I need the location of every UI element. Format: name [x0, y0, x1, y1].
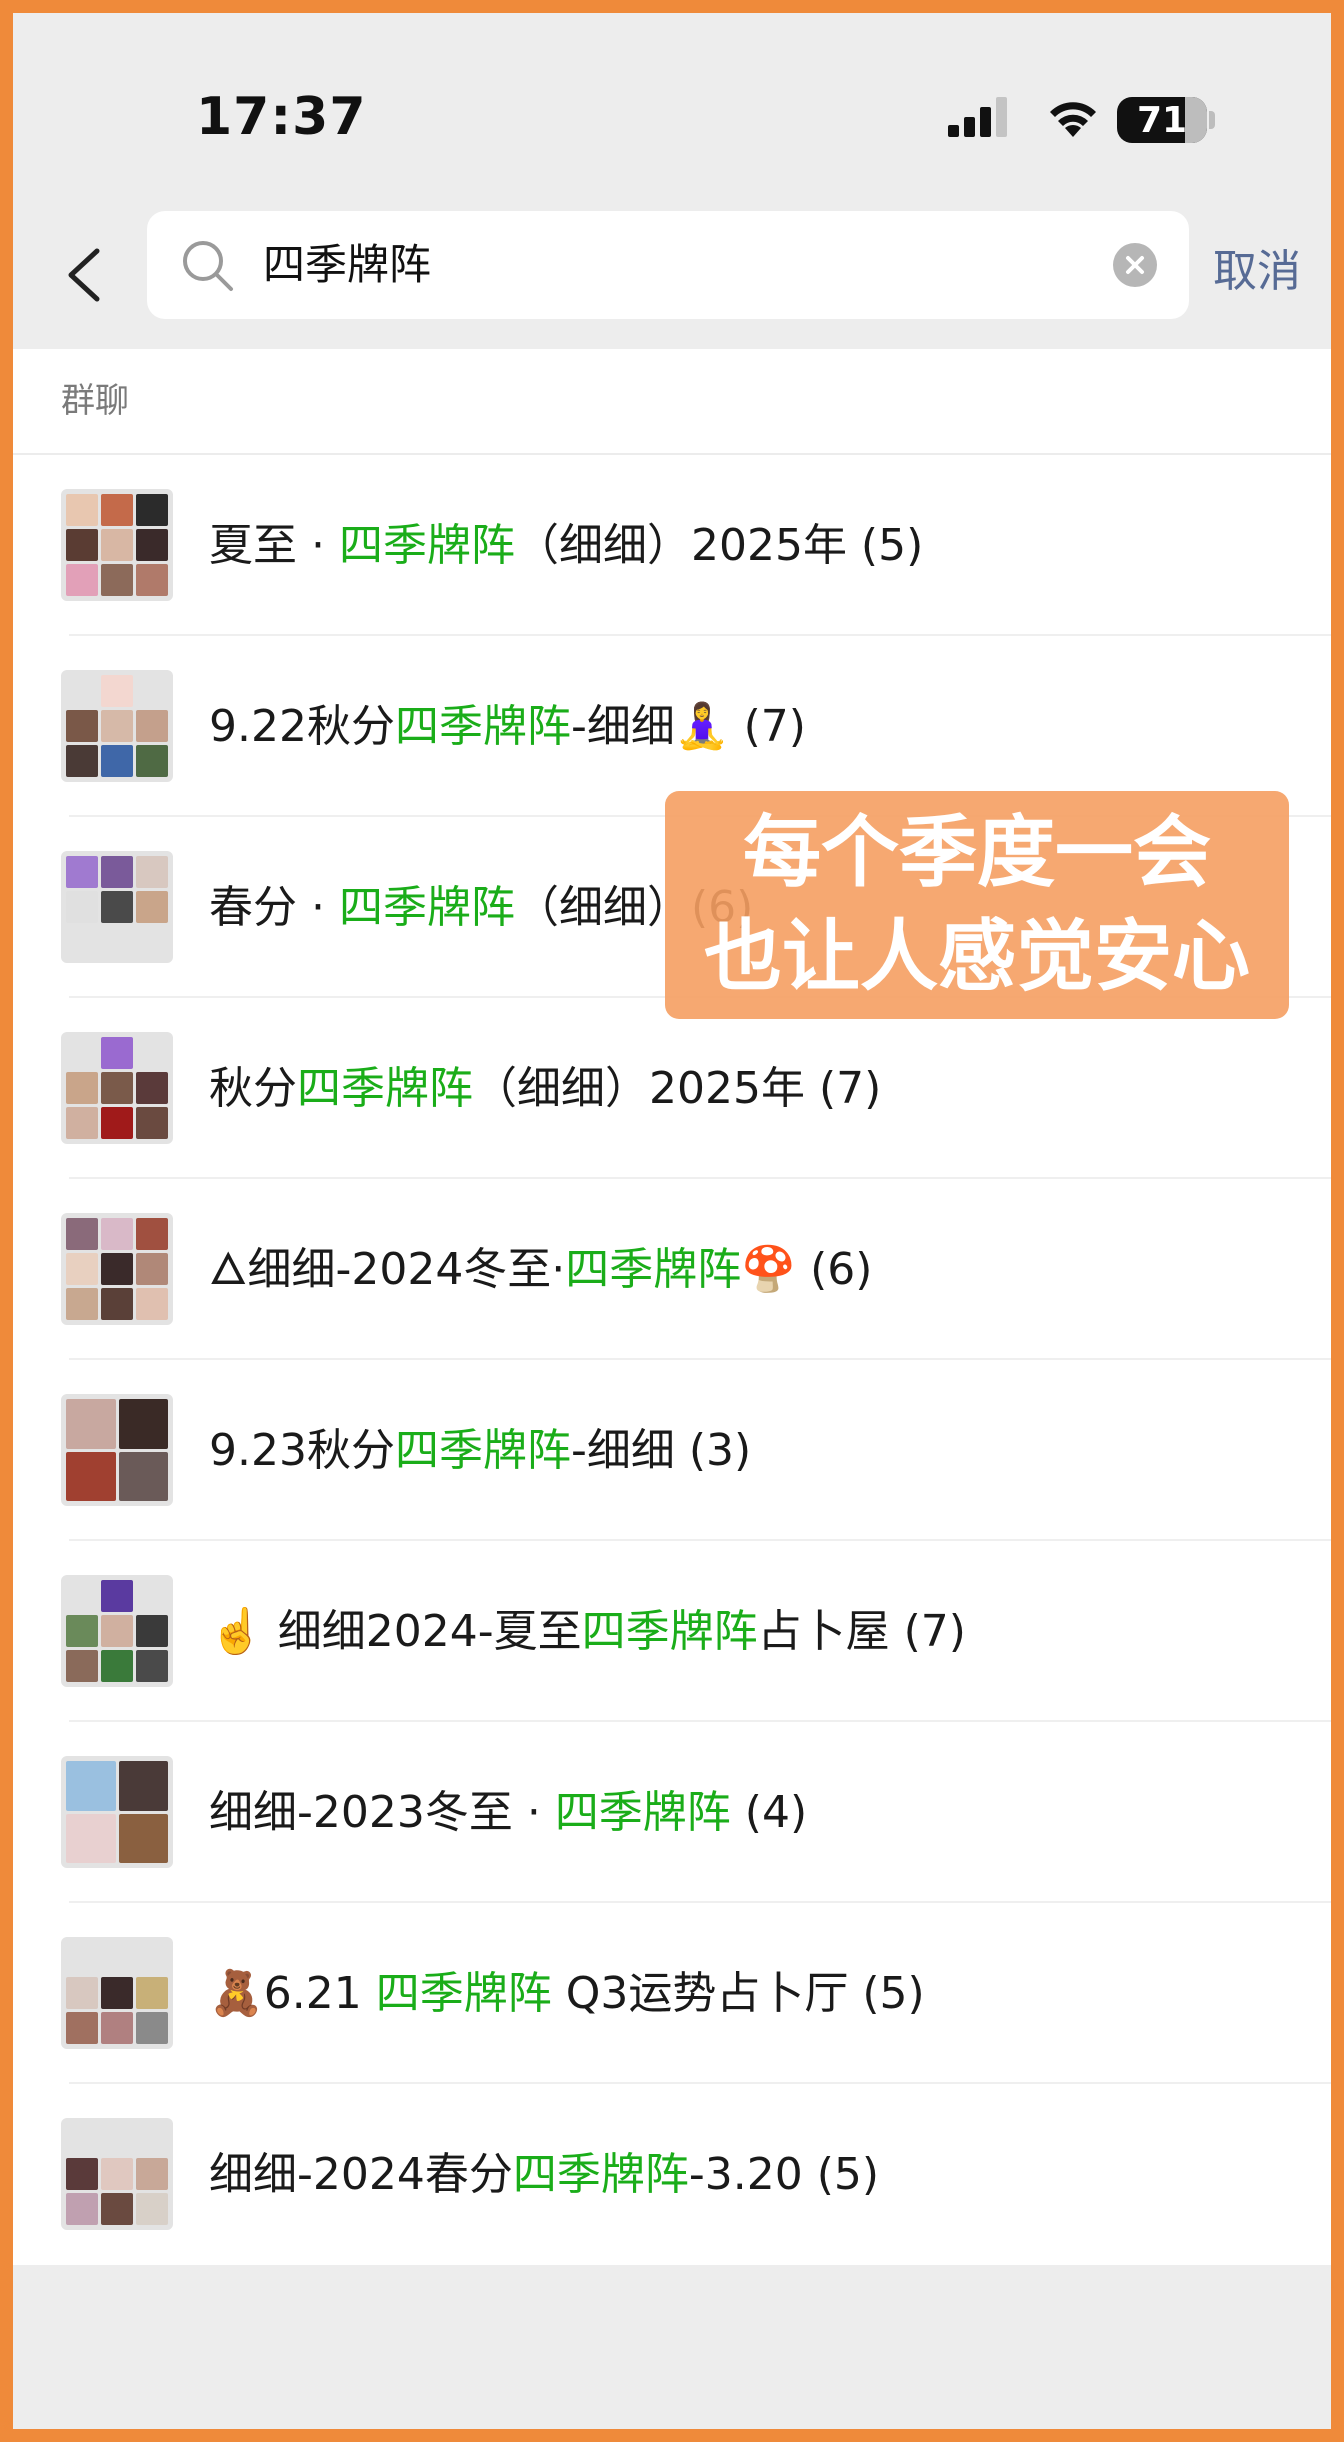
result-row[interactable]: 9.22秋分四季牌阵-细细🧘‍♀️ (7) [13, 636, 1331, 817]
group-avatar [61, 851, 173, 963]
caption-line-2: 也让人感觉安心 [703, 912, 1250, 1002]
result-title: 🜂细细-2024冬至·四季牌阵🍄 (6) [209, 1244, 873, 1295]
result-title: 夏至 · 四季牌阵（细细）2025年 (5) [209, 520, 924, 571]
status-time: 17:37 [196, 87, 367, 147]
caption-overlay: 每个季度一会 也让人感觉安心 [665, 791, 1289, 1019]
result-title: 细细-2024春分四季牌阵-3.20 (5) [209, 2149, 880, 2200]
result-row[interactable]: 细细-2023冬至 · 四季牌阵 (4) [13, 1722, 1331, 1903]
result-row[interactable]: 细细-2024春分四季牌阵-3.20 (5) [13, 2084, 1331, 2265]
group-avatar [61, 1575, 173, 1687]
cancel-button[interactable]: 取消 [1213, 235, 1301, 299]
caption-line-1: 每个季度一会 [742, 808, 1211, 898]
back-arrow-icon[interactable] [61, 245, 105, 305]
result-row[interactable]: 秋分四季牌阵（细细）2025年 (7) [13, 998, 1331, 1179]
group-avatar [61, 670, 173, 782]
search-icon [183, 241, 233, 291]
search-query[interactable]: 四季牌阵 [263, 211, 431, 319]
result-row[interactable]: ☝️ 细细2024-夏至四季牌阵占卜屋 (7) [13, 1541, 1331, 1722]
result-row[interactable]: 夏至 · 四季牌阵（细细）2025年 (5) [13, 455, 1331, 636]
result-title: 细细-2023冬至 · 四季牌阵 (4) [209, 1787, 808, 1838]
cellular-signal-icon [948, 97, 1007, 137]
result-row[interactable]: 🧸6.21 四季牌阵 Q3运势占卜厅 (5) [13, 1903, 1331, 2084]
wifi-icon [1050, 102, 1096, 137]
group-avatar [61, 1756, 173, 1868]
result-title: 9.23秋分四季牌阵-细细 (3) [209, 1425, 752, 1476]
section-title-group-chats: 群聊 [13, 349, 1331, 455]
result-title: 9.22秋分四季牌阵-细细🧘‍♀️ (7) [209, 701, 806, 752]
group-avatar [61, 1937, 173, 2049]
search-results: 群聊 夏至 · 四季牌阵（细细）2025年 (5) 9.22秋分四季牌阵-细细🧘… [13, 349, 1331, 2265]
result-title: 秋分四季牌阵（细细）2025年 (7) [209, 1063, 882, 1114]
group-avatar [61, 2118, 173, 2230]
result-title: ☝️ 细细2024-夏至四季牌阵占卜屋 (7) [209, 1606, 966, 1657]
search-input[interactable]: 四季牌阵 [147, 211, 1189, 319]
battery-level: 71 [1136, 100, 1188, 141]
screen: 17:37 71 四季牌阵 取消 群聊 夏至 · 四季牌阵（细细）2025年 (… [13, 13, 1331, 2429]
result-row[interactable]: 🜂细细-2024冬至·四季牌阵🍄 (6) [13, 1179, 1331, 1360]
battery-tip [1209, 111, 1215, 129]
group-avatar [61, 1213, 173, 1325]
result-row[interactable]: 9.23秋分四季牌阵-细细 (3) [13, 1360, 1331, 1541]
clear-search-icon[interactable] [1113, 243, 1157, 287]
battery-icon: 71 [1117, 97, 1207, 143]
group-avatar [61, 489, 173, 601]
group-avatar [61, 1394, 173, 1506]
result-title: 🧸6.21 四季牌阵 Q3运势占卜厅 (5) [209, 1968, 925, 2019]
group-avatar [61, 1032, 173, 1144]
